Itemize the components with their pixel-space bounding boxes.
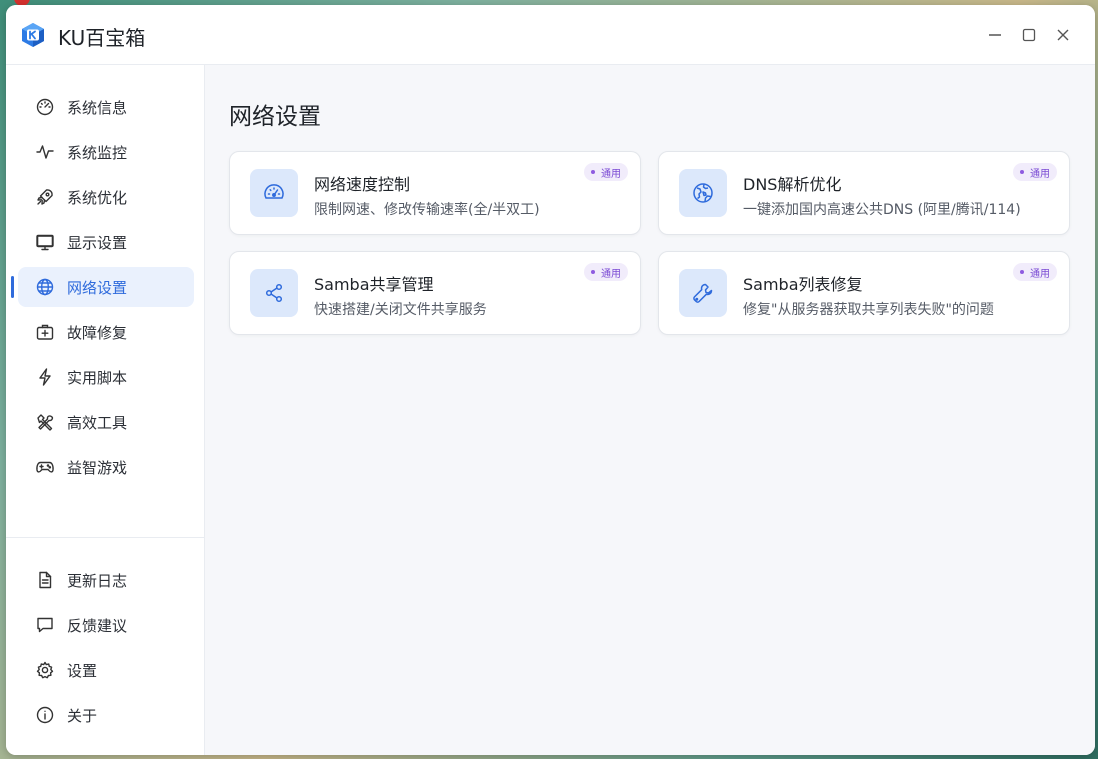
sidebar-item-label: 系统优化: [67, 188, 128, 207]
sidebar-item-scripts[interactable]: 实用脚本: [18, 357, 194, 397]
title-bar: KU百宝箱: [6, 5, 1095, 65]
app-logo-icon: [20, 22, 46, 48]
sidebar-item-label: 高效工具: [67, 413, 128, 432]
sidebar-item-label: 实用脚本: [67, 368, 128, 387]
tag-label: 通用: [601, 168, 621, 180]
gamepad-icon: [34, 456, 56, 478]
close-button[interactable]: [1052, 24, 1074, 46]
app-window: KU百宝箱 系统信息 系统监控 系统优化 显示设置 网络设置 故障修复 实用脚本…: [6, 5, 1095, 755]
sidebar-item-network-settings[interactable]: 网络设置: [11, 267, 194, 307]
tag-badge: 通用: [584, 263, 628, 281]
sidebar: 系统信息 系统监控 系统优化 显示设置 网络设置 故障修复 实用脚本 高效工具 …: [6, 65, 205, 755]
tag-badge: 通用: [1013, 163, 1057, 181]
sidebar-item-label: 系统信息: [67, 98, 128, 117]
globe-icon: [34, 276, 56, 298]
pulse-icon: [34, 141, 56, 163]
card-title: 网络速度控制: [314, 175, 411, 194]
sidebar-item-feedback[interactable]: 反馈建议: [18, 605, 194, 645]
sidebar-item-tools[interactable]: 高效工具: [18, 402, 194, 442]
minimize-button[interactable]: [984, 24, 1006, 46]
sidebar-item-label: 反馈建议: [67, 616, 128, 635]
sidebar-divider: [6, 537, 204, 538]
tag-label: 通用: [1030, 268, 1050, 280]
close-icon: [1057, 29, 1069, 41]
card-description: 一键添加国内高速公共DNS (阿里/腾讯/114): [743, 202, 1021, 218]
page-title: 网络设置: [229, 104, 321, 130]
card-dns-optimize[interactable]: DNS解析优化 一键添加国内高速公共DNS (阿里/腾讯/114) 通用: [658, 151, 1070, 235]
sidebar-item-system-monitor[interactable]: 系统监控: [18, 132, 194, 172]
sidebar-item-changelog[interactable]: 更新日志: [18, 560, 194, 600]
tag-dot: [1020, 270, 1024, 274]
card-title: Samba列表修复: [743, 275, 863, 294]
tag-label: 通用: [601, 268, 621, 280]
speedometer-icon: [250, 169, 298, 217]
tag-badge: 通用: [1013, 263, 1057, 281]
gear-icon: [34, 659, 56, 681]
document-icon: [34, 569, 56, 591]
sidebar-item-label: 更新日志: [67, 571, 128, 590]
tag-label: 通用: [1030, 168, 1050, 180]
dashboard-gauge-icon: [34, 96, 56, 118]
lightning-icon: [34, 366, 56, 388]
sidebar-item-label: 故障修复: [67, 323, 128, 342]
sidebar-item-label: 网络设置: [67, 278, 128, 297]
info-icon: [34, 704, 56, 726]
chat-bubble-icon: [34, 614, 56, 636]
globe-icon: [679, 169, 727, 217]
rocket-icon: [34, 186, 56, 208]
maximize-button[interactable]: [1018, 24, 1040, 46]
sidebar-item-label: 显示设置: [67, 233, 128, 252]
monitor-icon: [34, 231, 56, 253]
sidebar-item-fault-repair[interactable]: 故障修复: [18, 312, 194, 352]
sidebar-item-games[interactable]: 益智游戏: [18, 447, 194, 487]
main-content: 网络设置 网络速度控制 限制网速、修改传输速率(全/半双工) 通用 DNS解析优…: [205, 65, 1095, 755]
sidebar-item-label: 关于: [67, 706, 98, 725]
maximize-icon: [1022, 28, 1036, 42]
card-title: Samba共享管理: [314, 275, 434, 294]
sidebar-item-settings[interactable]: 设置: [18, 650, 194, 690]
card-samba-share-manage[interactable]: Samba共享管理 快速搭建/关闭文件共享服务 通用: [229, 251, 641, 335]
sidebar-item-label: 益智游戏: [67, 458, 128, 477]
sidebar-item-about[interactable]: 关于: [18, 695, 194, 735]
card-description: 限制网速、修改传输速率(全/半双工): [314, 202, 540, 218]
card-description: 快速搭建/关闭文件共享服务: [314, 302, 487, 318]
tag-dot: [591, 270, 595, 274]
card-network-speed-control[interactable]: 网络速度控制 限制网速、修改传输速率(全/半双工) 通用: [229, 151, 641, 235]
first-aid-kit-icon: [34, 321, 56, 343]
wrench-icon: [679, 269, 727, 317]
tag-dot: [1020, 170, 1024, 174]
tag-badge: 通用: [584, 163, 628, 181]
sidebar-item-label: 设置: [67, 661, 98, 680]
sidebar-item-system-info[interactable]: 系统信息: [18, 87, 194, 127]
sidebar-item-label: 系统监控: [67, 143, 128, 162]
card-samba-list-repair[interactable]: Samba列表修复 修复"从服务器获取共享列表失败"的问题 通用: [658, 251, 1070, 335]
tag-dot: [591, 170, 595, 174]
sidebar-item-display-settings[interactable]: 显示设置: [18, 222, 194, 262]
minimize-icon: [989, 34, 1001, 36]
card-title: DNS解析优化: [743, 175, 842, 194]
tools-icon: [34, 411, 56, 433]
sidebar-item-system-optimize[interactable]: 系统优化: [18, 177, 194, 217]
app-title: KU百宝箱: [58, 26, 146, 50]
card-description: 修复"从服务器获取共享列表失败"的问题: [743, 302, 994, 318]
share-icon: [250, 269, 298, 317]
